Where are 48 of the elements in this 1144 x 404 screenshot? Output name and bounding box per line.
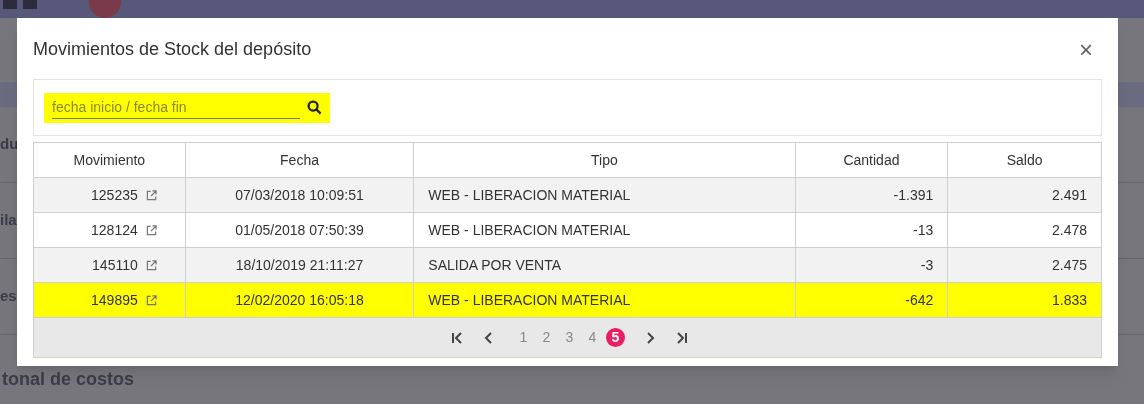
- table-cell-text: 12/02/2020 16:05:18: [235, 290, 364, 310]
- table-cell-text: 2.491: [1051, 185, 1087, 205]
- table-cell-text: SALIDA POR VENTA: [428, 255, 562, 275]
- table-cell-text: 2.478: [1051, 220, 1087, 240]
- logo-icon: [3, 0, 37, 9]
- table-row[interactable]: 128124 01/05/2018 07:50:39 WEB - LIBERACION MATERIAL -13 2.478: [34, 213, 1101, 248]
- close-button[interactable]: ×: [1079, 37, 1093, 62]
- page-number[interactable]: 1: [514, 328, 533, 347]
- table-cell-text: 128124: [91, 220, 138, 240]
- table-cell-text: 1.833: [1051, 290, 1087, 310]
- table-cell-text: 125235: [91, 185, 138, 205]
- section-heading: es: [0, 286, 17, 307]
- table-cell-text: -13: [913, 220, 934, 240]
- table-cell-text: 01/05/2018 07:50:39: [235, 220, 364, 240]
- external-link-icon[interactable]: [145, 189, 157, 201]
- table-cell-text: 2.475: [1051, 255, 1087, 275]
- table-row[interactable]: 149895 12/02/2020 16:05:18 WEB - LIBERACION MATERIAL -642 1.833: [34, 283, 1101, 318]
- table-cell-text: -642: [905, 290, 934, 310]
- table-cell-text: WEB - LIBERACION MATERIAL: [428, 290, 631, 310]
- date-input[interactable]: fecha inicio / fecha fin: [52, 96, 300, 119]
- page-number[interactable]: 2: [537, 328, 556, 347]
- column-header: Tipo: [414, 143, 796, 177]
- table-row[interactable]: 145110 18/10/2019 21:11:27 SALIDA POR VENTA -3 2.475: [34, 248, 1101, 283]
- table-cell-text: 145110: [92, 255, 138, 275]
- table-row[interactable]: 125235 07/03/2018 10:09:51 WEB - LIBERACION MATERIAL -1.391 2.491: [34, 178, 1101, 213]
- section-heading: ila: [0, 210, 17, 231]
- page-number[interactable]: 5: [606, 328, 625, 347]
- section-heading: tonal de costos: [1, 368, 135, 391]
- table-cell-text: -1.391: [893, 185, 934, 205]
- external-link-icon[interactable]: [145, 294, 157, 306]
- table-cell-text: 149895: [91, 290, 138, 310]
- external-link-icon[interactable]: [145, 224, 157, 236]
- dialog-title: Movimientos de Stock del depósito: [33, 38, 312, 61]
- column-header: Cantidad: [795, 143, 949, 177]
- date-range-field[interactable]: fecha inicio / fecha fin: [44, 92, 330, 123]
- column-header: Movimiento: [34, 143, 186, 177]
- column-header: Fecha: [185, 143, 415, 177]
- table-cell-text: WEB - LIBERACION MATERIAL: [428, 185, 631, 205]
- table-cell-text: WEB - LIBERACION MATERIAL: [428, 220, 631, 240]
- external-link-icon[interactable]: [145, 259, 157, 271]
- search-icon[interactable]: [307, 100, 322, 115]
- table-cell-text: -3: [920, 255, 934, 275]
- column-header: Saldo: [1005, 150, 1044, 170]
- table-cell-text: 07/03/2018 10:09:51: [235, 185, 364, 205]
- page-number[interactable]: 3: [560, 328, 579, 347]
- table-cell-text: 18/10/2019 21:11:27: [235, 255, 364, 275]
- page-number[interactable]: 4: [583, 328, 602, 347]
- section-heading: du: [0, 134, 19, 155]
